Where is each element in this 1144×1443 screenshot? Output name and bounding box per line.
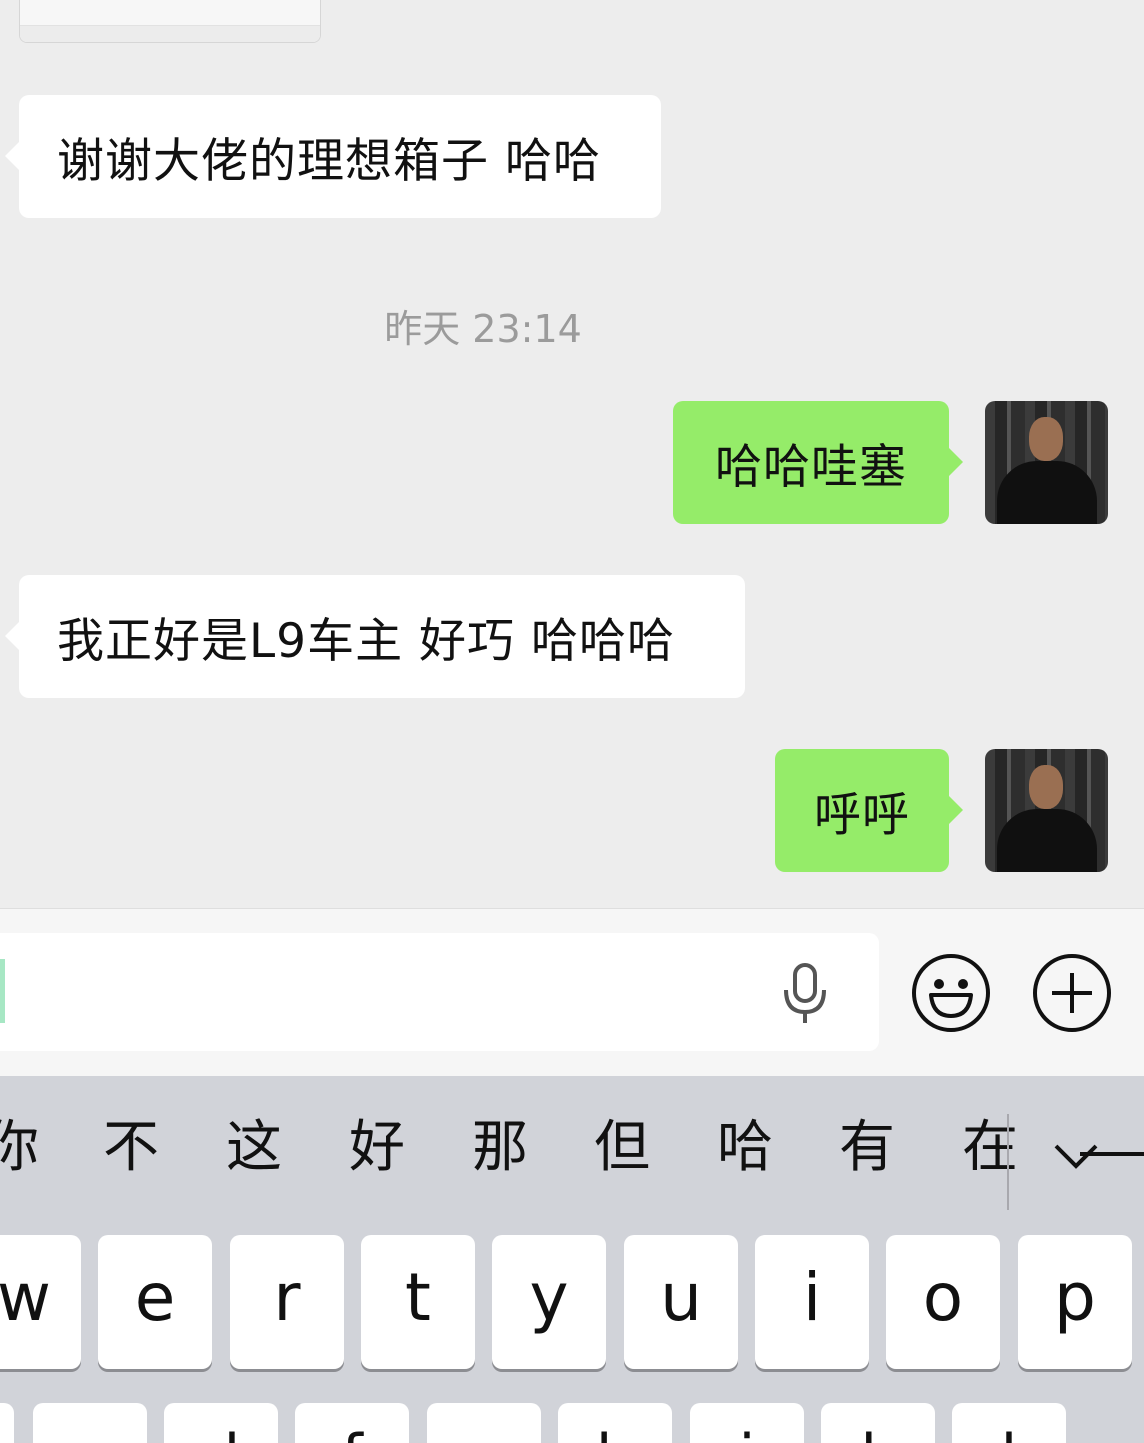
candidate-word[interactable]: 你 (0, 1120, 39, 1176)
key-e[interactable]: e (98, 1235, 212, 1369)
keyboard: 你 不 这 好 那 但 哈 有 在 w e r t y u i o p d f … (0, 1076, 1144, 1443)
emoji-icon[interactable] (911, 953, 991, 1033)
key-p[interactable]: p (1018, 1235, 1132, 1369)
key-k[interactable]: k (821, 1403, 935, 1443)
message-text: 谢谢大佬的理想箱子 哈哈 (57, 134, 601, 189)
key-r[interactable]: r (230, 1235, 344, 1369)
shared-card[interactable] (19, 0, 321, 43)
card-footer (20, 25, 320, 42)
key-w[interactable]: w (0, 1235, 81, 1369)
key-i[interactable]: i (755, 1235, 869, 1369)
candidate-word[interactable]: 那 (472, 1120, 528, 1176)
input-bar (0, 908, 1144, 1076)
message-text: 我正好是L9车主 好巧 哈哈哈 (57, 614, 675, 669)
key-u[interactable]: u (624, 1235, 738, 1369)
key-h[interactable]: h (558, 1403, 672, 1443)
message-text: 哈哈哇塞 (715, 440, 907, 495)
key-l[interactable]: l (952, 1403, 1066, 1443)
key-j[interactable]: j (690, 1403, 804, 1443)
message-bubble-outgoing[interactable]: 哈哈哇塞 (673, 401, 963, 524)
key-s[interactable] (33, 1403, 147, 1443)
message-text: 呼呼 (814, 788, 910, 843)
message-bubble-incoming[interactable]: 我正好是L9车主 好巧 哈哈哈 (5, 575, 745, 698)
timestamp: 昨天 23:14 (384, 307, 582, 351)
candidate-divider (1007, 1114, 1009, 1210)
message-bubble-outgoing[interactable]: 呼呼 (775, 749, 963, 872)
key-a[interactable] (0, 1403, 14, 1443)
message-input[interactable] (0, 933, 879, 1051)
key-d[interactable]: d (164, 1403, 278, 1443)
key-y[interactable]: y (492, 1235, 606, 1369)
collapse-candidates-icon[interactable] (1052, 1134, 1144, 1178)
key-f[interactable]: f (295, 1403, 409, 1443)
text-caret (0, 959, 5, 1023)
candidate-word[interactable]: 这 (226, 1120, 282, 1176)
message-bubble-incoming[interactable]: 谢谢大佬的理想箱子 哈哈 (5, 95, 661, 218)
candidate-word[interactable]: 有 (839, 1120, 895, 1176)
key-g[interactable] (427, 1403, 541, 1443)
key-o[interactable]: o (886, 1235, 1000, 1369)
candidate-word[interactable]: 但 (594, 1120, 650, 1176)
microphone-icon[interactable] (778, 962, 832, 1026)
plus-icon[interactable] (1032, 953, 1112, 1033)
chat-area: 谢谢大佬的理想箱子 哈哈 昨天 23:14 哈哈哇塞 我正好是L9车主 好巧 哈… (0, 0, 1144, 908)
candidate-word[interactable]: 好 (349, 1120, 405, 1176)
candidate-word[interactable]: 不 (103, 1120, 159, 1176)
candidate-word[interactable]: 哈 (717, 1120, 773, 1176)
key-t[interactable]: t (361, 1235, 475, 1369)
candidate-word[interactable]: 在 (962, 1120, 1018, 1176)
my-avatar[interactable] (985, 401, 1108, 524)
my-avatar[interactable] (985, 749, 1108, 872)
